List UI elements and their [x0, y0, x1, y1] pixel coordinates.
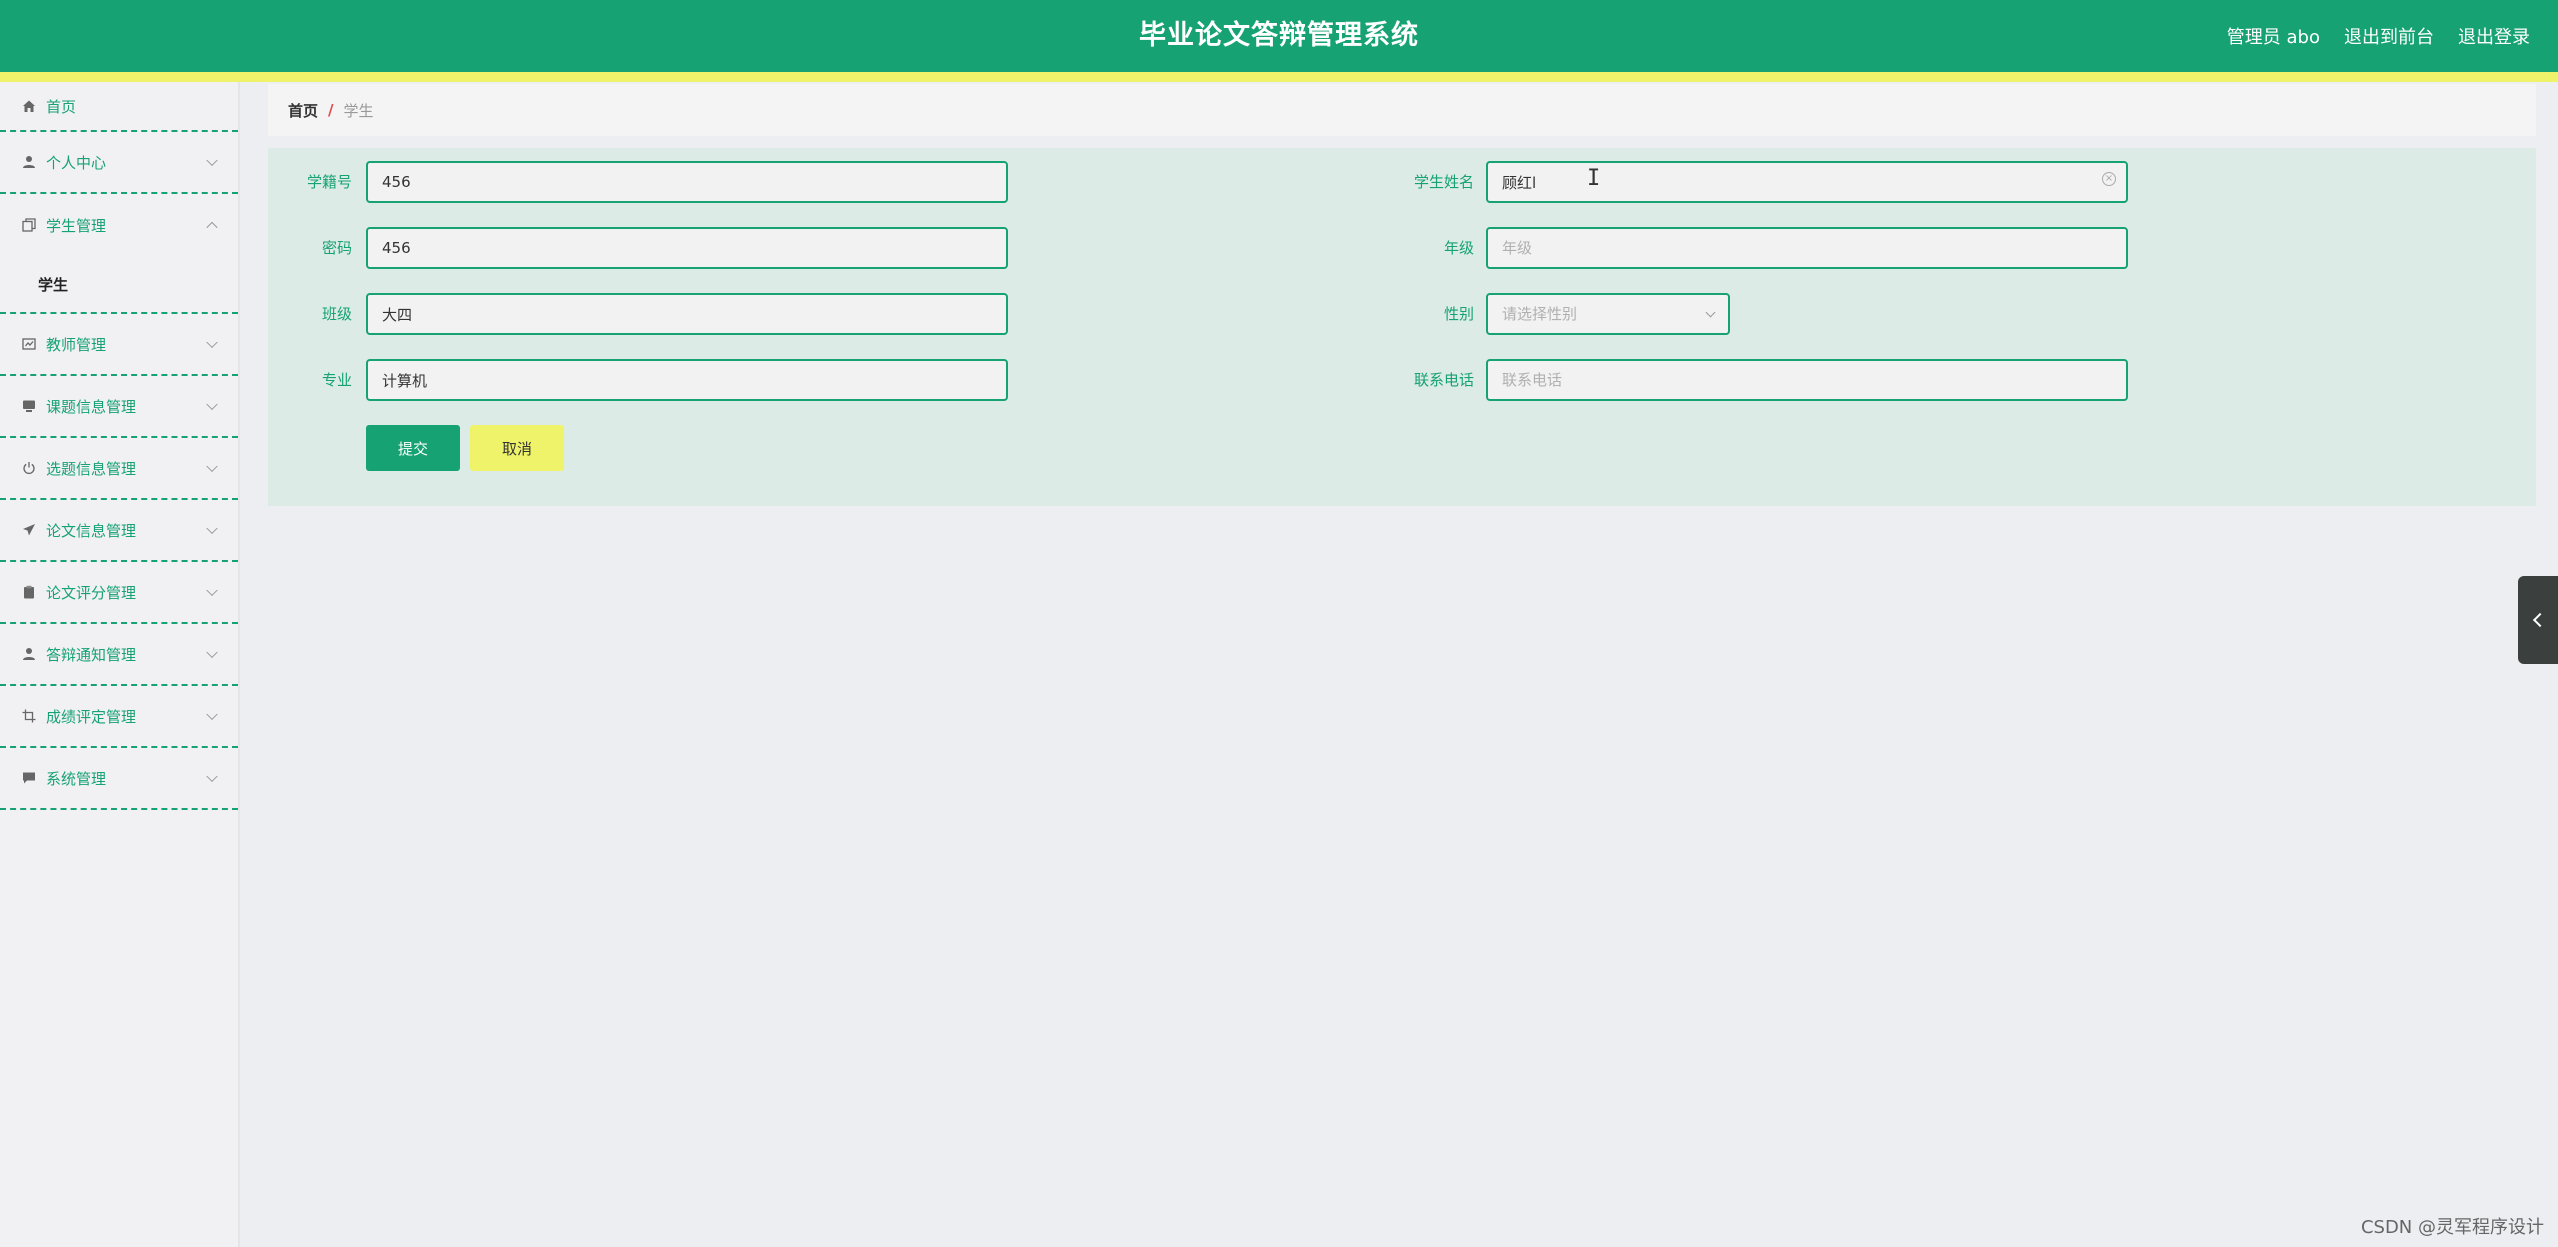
sidebar-group-student: 学生管理 学生 [0, 194, 238, 314]
password-input[interactable] [366, 227, 1008, 269]
breadcrumb-separator: / [328, 101, 334, 119]
chevron-down-icon [206, 398, 218, 411]
chevron-down-icon [206, 708, 218, 721]
sidebar-item-label: 成绩评定管理 [46, 707, 137, 726]
major-input[interactable] [366, 359, 1008, 401]
sidebar-item-label: 个人中心 [46, 153, 107, 172]
sidebar-item-label: 选题信息管理 [46, 459, 137, 478]
sidebar-item-label: 课题信息管理 [46, 397, 137, 416]
chevron-down-icon [206, 154, 218, 167]
clipboard-icon [22, 585, 36, 599]
sidebar-item-label: 论文评分管理 [46, 583, 137, 602]
sidebar-item-home[interactable]: 首页 [0, 82, 238, 132]
chart-card-icon [22, 337, 36, 351]
password-label: 密码 [321, 239, 352, 257]
user-icon [22, 647, 36, 661]
side-panel-toggle[interactable] [2518, 576, 2558, 664]
cancel-button[interactable]: 取消 [470, 425, 564, 471]
header-accent-stripe [0, 72, 2558, 82]
class-input[interactable] [366, 293, 1008, 335]
user-icon [22, 155, 36, 169]
class-label: 班级 [321, 305, 352, 323]
clear-icon[interactable]: × [2102, 172, 2116, 186]
major-label: 专业 [321, 371, 352, 389]
chevron-down-icon [1705, 307, 1716, 318]
power-icon [22, 461, 36, 475]
submit-button[interactable]: 提交 [366, 425, 460, 471]
chevron-down-icon [206, 460, 218, 473]
sidebar: 首页 个人中心 学生管理 学生 教师管理 课题信息管理 选题信息管理 论文信息管… [0, 82, 240, 1247]
admin-label: 管理员 abo [2226, 27, 2320, 48]
sidebar-item-defense-notice[interactable]: 答辩通知管理 [0, 624, 238, 686]
sidebar-item-topic-selection[interactable]: 选题信息管理 [0, 438, 238, 500]
sidebar-item-system-management[interactable]: 系统管理 [0, 748, 238, 810]
student-id-input[interactable] [366, 161, 1008, 203]
chevron-down-icon [206, 646, 218, 659]
chevron-up-icon [206, 221, 218, 234]
phone-label: 联系电话 [1413, 371, 1474, 389]
sidebar-item-topic-info[interactable]: 课题信息管理 [0, 376, 238, 438]
student-form: 学籍号 学生姓名 × 密码 年级 班级 性别 请选择性别 专业 联系电话 提交 … [268, 148, 2536, 506]
student-id-label: 学籍号 [306, 173, 352, 191]
chevron-down-icon [206, 770, 218, 783]
exit-to-front-link[interactable]: 退出到前台 [2344, 23, 2434, 49]
student-name-input[interactable] [1486, 161, 2128, 203]
sidebar-item-personal-center[interactable]: 个人中心 [0, 132, 238, 194]
watermark: CSDN @灵军程序设计 [2360, 1217, 2544, 1238]
chevron-left-icon [2532, 612, 2548, 628]
gender-label: 性别 [1443, 305, 1474, 323]
breadcrumb: 首页 / 学生 [268, 84, 2536, 136]
phone-input[interactable] [1486, 359, 2128, 401]
grade-input[interactable] [1486, 227, 2128, 269]
app-title: 毕业论文答辩管理系统 [1139, 20, 1419, 51]
chevron-down-icon [206, 522, 218, 535]
sidebar-item-label: 系统管理 [46, 769, 107, 788]
monitor-icon [22, 399, 36, 413]
header-links: 管理员 abo 退出到前台 退出登录 [2227, 0, 2530, 72]
message-icon [22, 771, 36, 785]
sidebar-item-label: 学生管理 [46, 216, 107, 235]
sidebar-item-label: 论文信息管理 [46, 521, 137, 540]
crop-icon [22, 709, 36, 723]
gender-select-placeholder: 请选择性别 [1502, 305, 1578, 323]
breadcrumb-current: 学生 [343, 101, 374, 120]
grade-label: 年级 [1443, 239, 1474, 257]
send-icon [22, 523, 36, 537]
sidebar-item-label: 教师管理 [46, 335, 107, 354]
sidebar-item-student-management[interactable]: 学生管理 [0, 194, 238, 256]
sidebar-item-label: 首页 [46, 97, 77, 116]
sidebar-item-grade-evaluation[interactable]: 成绩评定管理 [0, 686, 238, 748]
logout-link[interactable]: 退出登录 [2458, 23, 2530, 49]
sidebar-item-thesis-scoring[interactable]: 论文评分管理 [0, 562, 238, 624]
sidebar-item-teacher-management[interactable]: 教师管理 [0, 314, 238, 376]
gender-select[interactable]: 请选择性别 [1486, 293, 1730, 335]
text-cursor-icon: I [1587, 166, 1601, 191]
chevron-down-icon [206, 584, 218, 597]
chevron-down-icon [206, 336, 218, 349]
sidebar-subitem-student[interactable]: 学生 [0, 256, 238, 314]
copy-icon [22, 218, 36, 232]
breadcrumb-home[interactable]: 首页 [288, 100, 318, 121]
sidebar-item-label: 答辩通知管理 [46, 645, 137, 664]
sidebar-item-thesis-info[interactable]: 论文信息管理 [0, 500, 238, 562]
student-name-label: 学生姓名 [1413, 173, 1474, 191]
home-icon [22, 99, 36, 113]
